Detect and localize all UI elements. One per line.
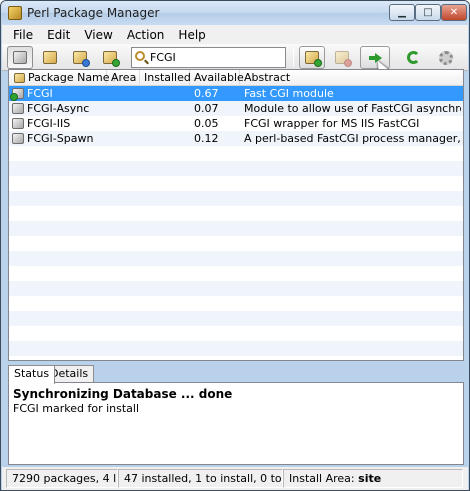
refresh-icon [406,51,420,64]
package-abstract: FCGI wrapper for MS IIS FastCGI [244,117,420,130]
package-installed-version [144,116,190,131]
view-upgradable-packages-icon [73,51,90,67]
package-name: FCGI [27,87,53,100]
menu-bar: File Edit View Action Help [2,25,468,44]
empty-row [9,206,463,221]
menu-help[interactable]: Help [171,28,212,42]
package-installed-version [144,101,190,116]
package-abstract: Module to allow use of FastCGI asynchron… [244,102,461,115]
column-header-area[interactable]: Area [107,70,140,86]
mark-for-remove-icon [335,51,352,67]
mark-for-remove-button[interactable] [329,46,355,69]
package-area [111,116,140,131]
package-row[interactable]: FCGI 0.67 Fast CGI module [9,86,463,101]
menu-action[interactable]: Action [120,28,172,42]
toolbar [2,44,468,71]
mark-for-install-icon [305,51,322,67]
status-panel: Synchronizing Database ... done FCGI mar… [8,382,464,465]
action-summary: 47 installed, 1 to install, 0 to remove [118,469,283,488]
empty-row [9,251,463,266]
minimize-button[interactable]: ▁ [389,4,415,21]
sync-database-button[interactable] [400,46,426,69]
view-all-packages-icon [13,51,27,64]
package-available-version: 0.05 [194,117,219,130]
empty-row [9,221,463,236]
tab-status[interactable]: Status [8,365,56,384]
empty-row [9,146,463,161]
package-area [111,131,140,146]
preferences-button[interactable] [433,46,459,69]
status-message: FCGI marked for install [13,402,140,415]
title-bar[interactable]: Perl Package Manager ▁ □ ✕ [1,1,469,25]
package-row[interactable]: FCGI-Async 0.07 Module to allow use of Fas… [9,101,463,116]
column-header-installed[interactable]: Installed [140,70,191,86]
gear-icon [439,50,453,65]
package-list[interactable]: Package Name / Area Installed Available A… [8,69,464,361]
empty-row [9,326,463,341]
package-icon [12,103,24,114]
package-column-icon [14,73,25,83]
package-row[interactable]: FCGI-IIS 0.05 FCGI wrapper for MS IIS Fast… [9,116,463,131]
view-installed-packages-button[interactable] [37,46,63,69]
menu-view[interactable]: View [77,28,119,42]
empty-row [9,281,463,296]
empty-row [9,176,463,191]
mark-for-install-button[interactable] [299,46,325,69]
package-name: FCGI-IIS [27,117,71,130]
empty-row [9,266,463,281]
package-name: FCGI-Async [27,102,90,115]
package-list-header: Package Name / Area Installed Available A… [9,70,463,86]
package-area [111,86,140,101]
empty-row [9,341,463,356]
window-title: Perl Package Manager [27,6,160,20]
view-installed-packages-icon [43,51,57,64]
column-header-abstract[interactable]: Abstract [240,70,463,86]
package-area [111,101,140,116]
package-abstract: Fast CGI module [244,87,334,100]
view-packages-to-install-icon [103,51,120,67]
empty-row [9,311,463,326]
package-available-version: 0.12 [194,132,219,145]
package-available-version: 0.07 [194,102,219,115]
package-available-version: 0.67 [194,87,219,100]
empty-row [9,191,463,206]
app-window: Perl Package Manager ▁ □ ✕ File Edit Vie… [0,0,470,491]
install-area-value: site [358,472,382,485]
close-button[interactable]: ✕ [441,4,467,21]
package-name: FCGI-Spawn [27,132,94,145]
view-packages-to-install-button[interactable] [97,46,123,69]
status-title: Synchronizing Database ... done [13,387,233,401]
perl-package-manager-icon [8,6,22,20]
status-bar: 7290 packages, 4 listed 47 installed, 1 … [2,467,468,490]
package-icon [12,118,24,129]
package-abstract: A perl-based FastCGI process manager, co… [244,132,461,145]
package-icon [12,133,24,144]
package-rows: FCGI 0.67 Fast CGI module FCGI-Async 0.07 Mod… [9,86,463,356]
column-header-package-name[interactable]: Package Name / [9,70,116,86]
menu-edit[interactable]: Edit [40,28,77,42]
toolbar-separator [293,48,294,67]
empty-row [9,296,463,311]
maximize-button[interactable]: □ [415,4,441,21]
empty-row [9,161,463,176]
column-header-available[interactable]: Available [190,70,244,86]
package-marked-install-icon [10,88,24,101]
package-count: 7290 packages, 4 listed [6,469,118,488]
package-row[interactable]: FCGI-Spawn 0.12 A perl-based FastCGI proce… [9,131,463,146]
search-icon [135,51,145,61]
search-input[interactable] [150,50,282,65]
install-area-label: Install Area: [289,472,355,485]
menu-file[interactable]: File [6,28,40,42]
package-installed-version [144,86,190,101]
empty-row [9,236,463,251]
search-box[interactable] [131,47,286,68]
view-all-packages-button[interactable] [7,46,33,69]
view-upgradable-packages-button[interactable] [67,46,93,69]
package-installed-version [144,131,190,146]
install-area: Install Area: site [283,469,463,488]
